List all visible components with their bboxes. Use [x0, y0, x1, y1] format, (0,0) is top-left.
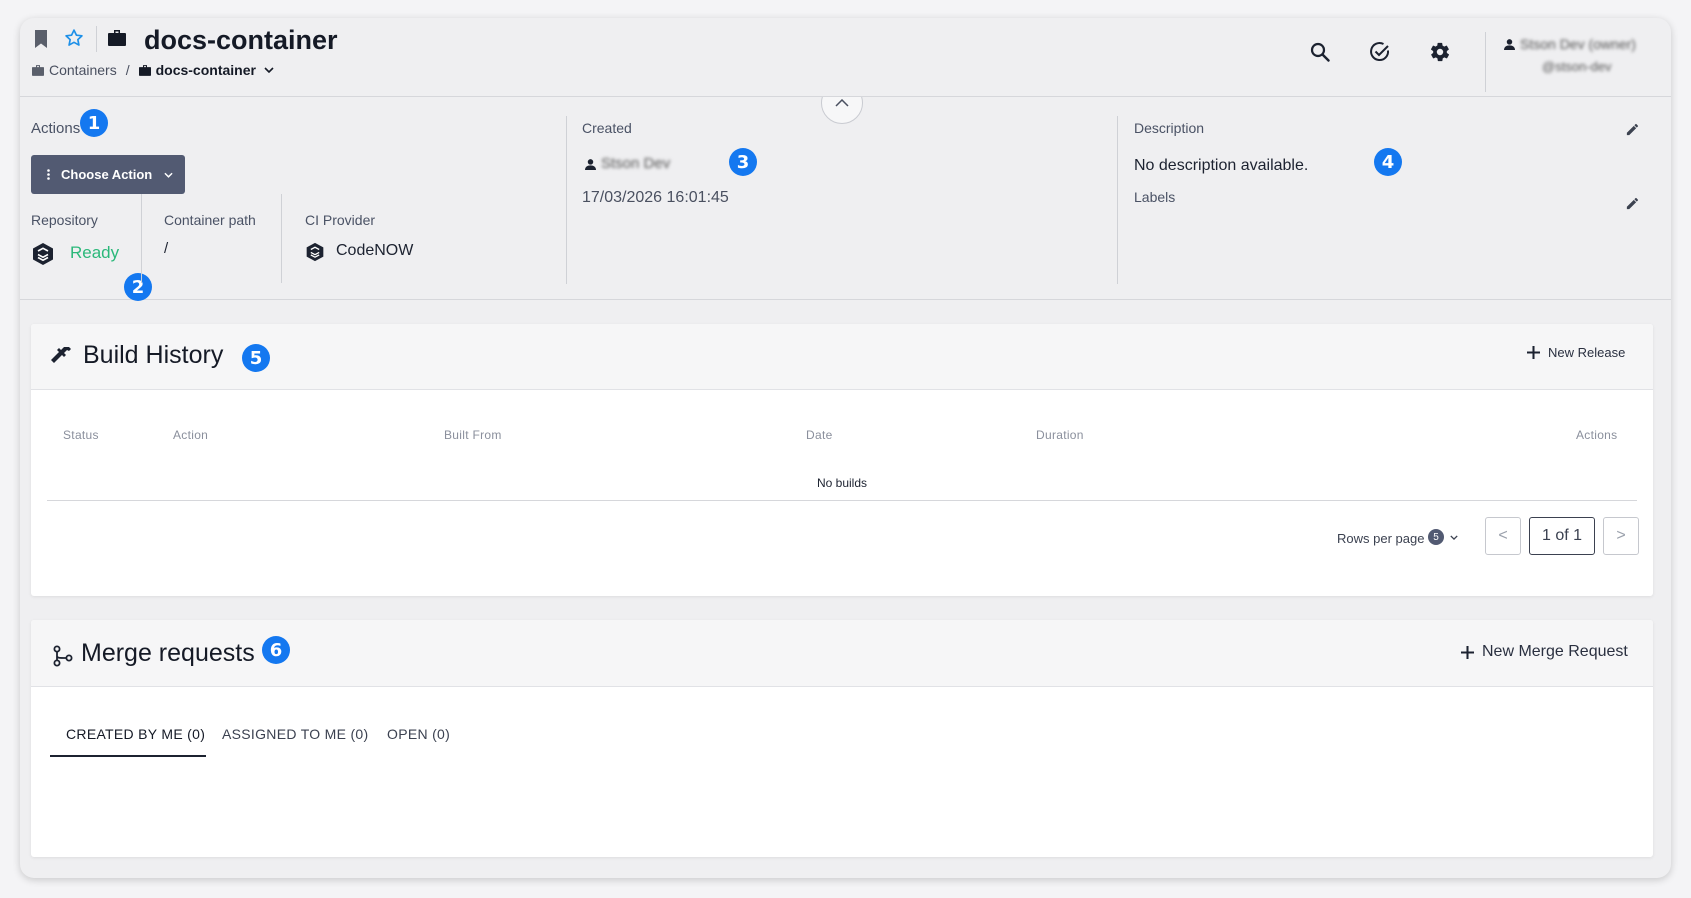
created-date: 17/03/2026 16:01:45 [582, 189, 729, 206]
check-circle-icon[interactable] [1369, 41, 1391, 63]
new-merge-request-button[interactable]: New Merge Request [1461, 643, 1628, 661]
ci-provider-value: CodeNOW [336, 242, 414, 259]
created-by-user[interactable]: Stson Dev [601, 155, 670, 172]
pencil-icon[interactable] [1625, 122, 1640, 137]
breadcrumb-current[interactable]: docs-container [156, 62, 256, 78]
hammer-icon [50, 344, 74, 368]
created-label: Created [582, 120, 632, 136]
table-divider [47, 500, 1637, 501]
annotation-badge-1: 1 [80, 109, 108, 137]
empty-state: No builds [816, 476, 868, 490]
prev-page-button[interactable]: < [1485, 517, 1521, 555]
user-name[interactable]: Stson Dev (owner) [1520, 36, 1636, 52]
description-value: No description available. [1134, 157, 1309, 174]
new-merge-request-label: New Merge Request [1482, 643, 1628, 660]
new-release-button[interactable]: New Release [1527, 345, 1625, 360]
repository-status: Ready [70, 243, 120, 262]
tab-assigned-to-me[interactable]: ASSIGNED TO ME (0) [222, 726, 368, 742]
annotation-badge-2: 2 [124, 273, 152, 301]
annotation-badge-4: 4 [1374, 148, 1402, 176]
gear-icon[interactable] [1429, 41, 1451, 63]
kebab-icon [47, 169, 50, 180]
ci-provider-label: CI Provider [305, 212, 376, 228]
breadcrumb: Containers / docs-container [32, 62, 274, 78]
container-path-value: / [164, 240, 169, 257]
new-release-label: New Release [1548, 345, 1626, 360]
choose-action-label: Choose Action [61, 167, 153, 182]
column-header-built-from: Built From [444, 428, 502, 442]
column-header-status: Status [63, 428, 99, 442]
plus-icon [1461, 645, 1474, 659]
container-path-label: Container path [164, 212, 256, 228]
page-header: docs-container Containers / docs-contain… [20, 18, 1671, 97]
labels-label: Labels [1134, 189, 1176, 205]
overview-section [20, 98, 1671, 300]
container-detail-card: docs-container Containers / docs-contain… [20, 18, 1671, 878]
chevron-down-icon [164, 172, 173, 178]
actions-label: Actions [31, 120, 81, 137]
column-header-action: Action [173, 428, 209, 442]
merge-requests-title: Merge requests [81, 639, 255, 667]
tab-open[interactable]: OPEN (0) [387, 726, 450, 742]
bookmark-icon[interactable] [34, 30, 48, 48]
build-history-panel: Build History 5 New Release Status Actio… [31, 324, 1653, 596]
briefcase-icon [32, 64, 44, 76]
user-handle: @stson-dev [1542, 59, 1612, 74]
breadcrumb-root[interactable]: Containers [49, 62, 117, 78]
search-icon[interactable] [1310, 42, 1330, 62]
user-icon [1504, 39, 1515, 50]
repository-label: Repository [31, 212, 98, 228]
next-page-button[interactable]: > [1603, 517, 1639, 555]
column-header-actions: Actions [1576, 428, 1618, 442]
rows-per-page-select[interactable]: 5 [1428, 529, 1458, 545]
choose-action-button[interactable]: Choose Action [31, 155, 185, 194]
column-header-duration: Duration [1036, 428, 1084, 442]
tab-created-by-me[interactable]: CREATED BY ME (0) [66, 726, 205, 742]
pencil-icon[interactable] [1625, 196, 1640, 211]
annotation-badge-5: 5 [242, 344, 270, 372]
active-tab-indicator [50, 755, 206, 757]
merge-requests-panel: Merge requests 6 New Merge Request CREAT… [31, 620, 1653, 857]
build-history-title: Build History [83, 341, 224, 369]
page-indicator: 1 of 1 [1529, 517, 1595, 555]
merge-icon [53, 645, 73, 667]
chevron-down-icon[interactable] [264, 67, 274, 73]
plus-icon [1527, 346, 1540, 359]
annotation-badge-6: 6 [262, 636, 290, 664]
rows-per-page-value: 5 [1428, 529, 1444, 545]
chevron-down-icon [1450, 534, 1458, 540]
build-history-header [31, 324, 1653, 390]
description-label: Description [1134, 120, 1205, 136]
page-title: docs-container [144, 25, 338, 55]
codenow-icon [305, 242, 325, 262]
briefcase-icon [138, 64, 151, 76]
annotation-badge-3: 3 [729, 148, 757, 176]
star-icon[interactable] [64, 28, 84, 48]
repository-icon [31, 242, 55, 266]
breadcrumb-separator: / [125, 62, 130, 78]
column-header-date: Date [806, 428, 833, 442]
user-icon [585, 159, 596, 170]
rows-per-page-label: Rows per page [1337, 531, 1425, 546]
briefcase-icon [108, 30, 126, 46]
